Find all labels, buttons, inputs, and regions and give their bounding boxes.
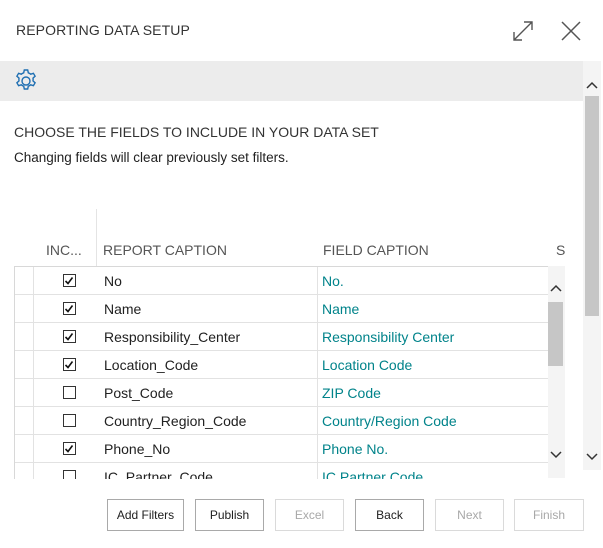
table-row[interactable]: Phone_No Phone No. <box>15 435 549 463</box>
row-selector[interactable] <box>15 351 34 378</box>
dialog-title: REPORTING DATA SETUP <box>16 22 190 38</box>
field-caption-link[interactable]: Phone No. <box>322 435 547 462</box>
row-selector[interactable] <box>15 463 34 479</box>
action-bar <box>0 61 583 101</box>
include-checkbox[interactable] <box>62 302 76 315</box>
table-row[interactable]: Location_Code Location Code <box>15 351 549 379</box>
table-row[interactable]: Name Name <box>15 295 549 323</box>
section-description: Changing fields will clear previously se… <box>14 150 289 165</box>
grid-scroll-up-button[interactable] <box>547 279 565 297</box>
include-checkbox[interactable] <box>62 330 76 343</box>
report-caption-cell[interactable]: Country_Region_Code <box>104 407 318 434</box>
close-icon <box>561 21 581 41</box>
row-selector[interactable] <box>15 435 34 462</box>
section-heading: CHOOSE THE FIELDS TO INCLUDE IN YOUR DAT… <box>14 124 379 140</box>
column-header-include[interactable]: INC... <box>46 242 82 258</box>
scroll-down-icon <box>586 453 598 461</box>
column-divider <box>96 209 97 266</box>
column-header-extra[interactable]: S <box>556 242 565 258</box>
include-checkbox[interactable] <box>62 414 76 427</box>
row-selector[interactable] <box>15 323 34 350</box>
include-checkbox[interactable] <box>62 470 76 479</box>
row-selector[interactable] <box>15 295 34 322</box>
next-button[interactable]: Next <box>435 499 504 531</box>
report-caption-cell[interactable]: Phone_No <box>104 435 318 462</box>
report-caption-cell[interactable]: Post_Code <box>104 379 318 406</box>
scroll-up-button[interactable] <box>583 76 601 94</box>
table-row[interactable]: Post_Code ZIP Code <box>15 379 549 407</box>
checkmark-icon <box>64 276 74 285</box>
row-selector[interactable] <box>15 267 34 294</box>
table-row[interactable]: No No. <box>15 267 549 295</box>
row-selector[interactable] <box>15 379 34 406</box>
field-caption-link[interactable]: Location Code <box>322 351 547 378</box>
field-caption-link[interactable]: No. <box>322 267 547 294</box>
include-checkbox[interactable] <box>62 358 76 371</box>
expand-icon <box>513 21 533 41</box>
table-row[interactable]: Country_Region_Code Country/Region Code <box>15 407 549 435</box>
include-checkbox[interactable] <box>62 442 76 455</box>
back-button[interactable]: Back <box>355 499 424 531</box>
checkmark-icon <box>64 332 74 341</box>
column-header-report-caption[interactable]: REPORT CAPTION <box>103 242 227 258</box>
field-caption-link[interactable]: Country/Region Code <box>322 407 547 434</box>
field-caption-link[interactable]: IC Partner Code <box>322 463 547 480</box>
fields-grid: No No. Name Name Responsibility_Center R… <box>14 266 549 479</box>
expand-button[interactable] <box>506 14 540 48</box>
include-checkbox[interactable] <box>62 274 76 287</box>
table-row[interactable]: IC_Partner_Code IC Partner Code <box>15 463 549 479</box>
close-button[interactable] <box>554 14 588 48</box>
report-caption-cell[interactable]: No <box>104 267 318 294</box>
scroll-up-icon <box>586 81 598 89</box>
field-caption-link[interactable]: Name <box>322 295 547 322</box>
report-caption-cell[interactable]: Location_Code <box>104 351 318 378</box>
checkmark-icon <box>64 360 74 369</box>
row-selector[interactable] <box>15 407 34 434</box>
table-row[interactable]: Responsibility_Center Responsibility Cen… <box>15 323 549 351</box>
report-caption-cell[interactable]: IC_Partner_Code <box>104 463 318 479</box>
add-filters-button[interactable]: Add Filters <box>107 499 184 531</box>
scroll-down-icon <box>550 451 562 459</box>
checkmark-icon <box>64 304 74 313</box>
report-caption-cell[interactable]: Name <box>104 295 318 322</box>
scroll-up-icon <box>550 284 562 292</box>
gear-icon <box>16 69 36 90</box>
grid-scroll-down-button[interactable] <box>547 446 565 464</box>
grid-scrollbar-thumb[interactable] <box>548 302 563 366</box>
field-caption-link[interactable]: ZIP Code <box>322 379 547 406</box>
report-caption-cell[interactable]: Responsibility_Center <box>104 323 318 350</box>
finish-button[interactable]: Finish <box>514 499 584 531</box>
scroll-down-button[interactable] <box>583 448 601 466</box>
field-caption-link[interactable]: Responsibility Center <box>322 323 547 350</box>
column-header-field-caption[interactable]: FIELD CAPTION <box>323 242 429 258</box>
publish-button[interactable]: Publish <box>195 499 264 531</box>
dialog-scrollbar-thumb[interactable] <box>585 96 599 316</box>
include-checkbox[interactable] <box>62 386 76 399</box>
excel-button[interactable]: Excel <box>275 499 344 531</box>
checkmark-icon <box>64 444 74 453</box>
settings-button[interactable] <box>12 67 40 95</box>
